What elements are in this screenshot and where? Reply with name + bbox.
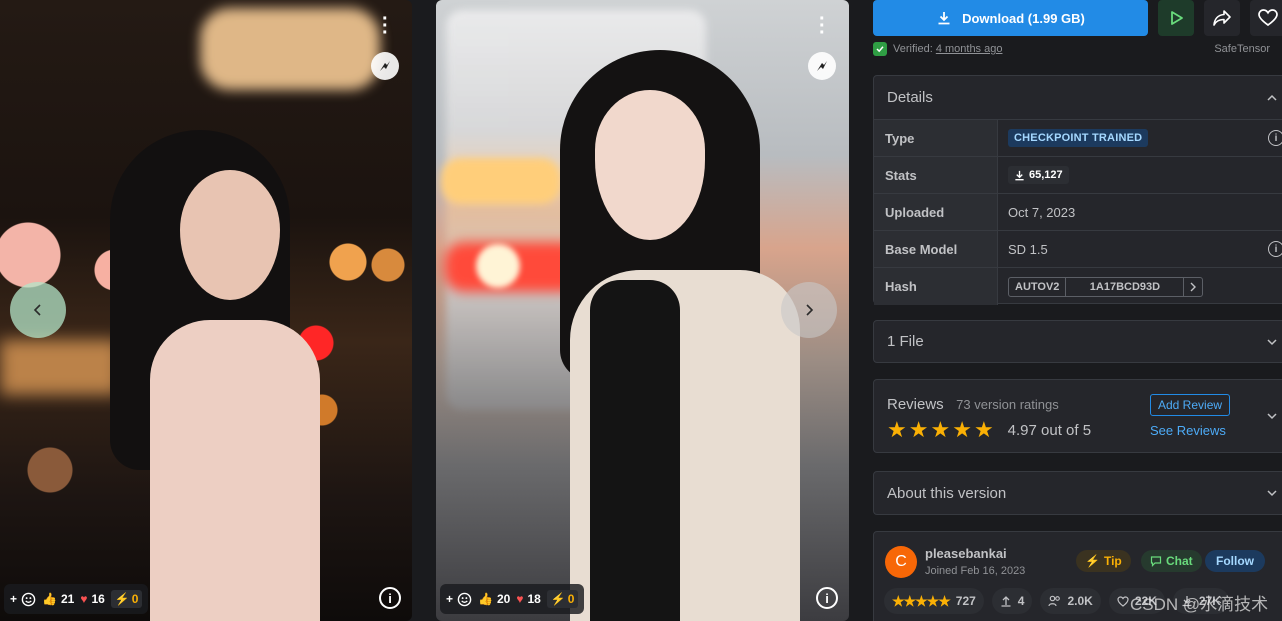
add-reaction-button[interactable]: +: [446, 592, 472, 607]
star-icon: ★: [887, 417, 907, 442]
reaction-bar: + 👍 20 ♥ 18 ⚡ 0: [440, 584, 585, 614]
action-bar: Download (1.99 GB): [873, 0, 1282, 36]
verification-status: Verified: 4 months ago SafeTensor: [873, 42, 1282, 56]
ratings-count: 73 version ratings: [956, 397, 1059, 412]
star-icon: ★: [952, 417, 972, 442]
csdn-watermark: CSDN @水滴技术: [1130, 595, 1269, 614]
chevron-up-icon: [1267, 94, 1277, 101]
more-menu-icon[interactable]: · · ·: [819, 9, 826, 43]
heart-reaction[interactable]: ♥ 16: [80, 592, 104, 606]
star-icon: ★: [973, 417, 994, 442]
play-icon: [1171, 11, 1183, 25]
favorite-button[interactable]: [1250, 0, 1282, 36]
carousel-prev-button[interactable]: [10, 282, 66, 338]
image-info-icon[interactable]: i: [379, 587, 401, 609]
heart-reaction[interactable]: ♥ 18: [516, 592, 540, 606]
detail-row-uploaded: Uploaded Oct 7, 2023: [874, 194, 1282, 231]
smiley-icon: [21, 592, 36, 606]
star-icon: ★★★★★: [892, 592, 951, 609]
download-icon: [938, 12, 950, 25]
heart-icon: ♥: [516, 592, 524, 606]
smiley-icon: [457, 592, 472, 606]
chat-bubble-icon: [1150, 556, 1162, 567]
plus-icon: +: [10, 592, 18, 606]
file-format: SafeTensor: [1214, 43, 1270, 55]
creator-name[interactable]: pleasebankai: [925, 546, 1007, 561]
files-accordion[interactable]: 1 File: [873, 320, 1282, 363]
heart-icon: [1117, 595, 1129, 607]
hash-selector[interactable]: AUTOV2 1A17BCD93D: [1008, 276, 1204, 297]
thumbs-up-icon: 👍: [478, 592, 493, 606]
download-icon: [1015, 170, 1024, 180]
lightning-icon: ⚡: [550, 592, 566, 606]
tip-button[interactable]: ⚡ Tip: [1076, 550, 1131, 572]
users-icon: [1048, 595, 1061, 607]
chevron-down-icon: [1267, 338, 1277, 345]
type-badge: CHECKPOINT TRAINED: [1008, 129, 1149, 147]
rating-score: 4.97 out of 5: [1007, 421, 1092, 439]
download-count-badge: 65,127: [1008, 166, 1069, 184]
creator-rating: ★★★★★ 727: [884, 588, 984, 614]
portrait-figure: [550, 50, 800, 621]
lightning-icon: ⚡: [114, 592, 130, 606]
detail-row-type: Type CHECKPOINT TRAINED i: [874, 120, 1282, 157]
remix-brush-icon[interactable]: [371, 52, 399, 80]
details-panel: Details Type CHECKPOINT TRAINED i Stats 6…: [873, 75, 1282, 305]
plus-icon: +: [446, 592, 454, 606]
info-icon[interactable]: i: [1268, 241, 1282, 257]
creator-uploads: 4: [991, 588, 1033, 614]
star-icon: ★: [930, 417, 951, 442]
reaction-bar: + 👍 21 ♥ 16 ⚡ 0: [4, 584, 149, 614]
avatar[interactable]: C: [885, 546, 917, 578]
see-reviews-link[interactable]: See Reviews: [1150, 423, 1226, 438]
share-icon: [1213, 10, 1231, 26]
chevron-left-icon: [33, 304, 41, 316]
about-version-accordion[interactable]: About this version: [873, 471, 1282, 515]
add-reaction-button[interactable]: +: [10, 592, 36, 607]
detail-row-stats: Stats 65,127: [874, 157, 1282, 194]
chat-button[interactable]: Chat: [1141, 550, 1202, 572]
hash-algorithm[interactable]: AUTOV2: [1009, 277, 1067, 296]
detail-row-base-model: Base Model SD 1.5 i: [874, 231, 1282, 268]
carousel-next-button[interactable]: [781, 282, 837, 338]
reviews-panel: Reviews 73 version ratings ★ ★ ★ ★ ★ 4.9…: [873, 379, 1282, 453]
chevron-right-icon: [806, 304, 814, 316]
like-reaction[interactable]: 👍 20: [478, 592, 510, 606]
chevron-down-icon[interactable]: [1266, 410, 1278, 422]
creator-followers: 2.0K: [1040, 588, 1101, 614]
like-reaction[interactable]: 👍 21: [42, 592, 74, 606]
star-rating: ★ ★ ★ ★ ★ 4.97 out of 5: [887, 417, 1092, 442]
download-button[interactable]: Download (1.99 GB): [873, 0, 1148, 36]
heart-icon: ♥: [80, 592, 88, 606]
joined-date: Joined Feb 16, 2023: [925, 565, 1026, 577]
hash-value[interactable]: 1A17BCD93D: [1066, 277, 1185, 296]
buzz-tip-badge[interactable]: ⚡ 0: [546, 590, 579, 608]
lightning-icon: ⚡: [1085, 554, 1100, 568]
buzz-tip-badge[interactable]: ⚡ 0: [110, 590, 143, 608]
add-review-button[interactable]: Add Review: [1150, 394, 1231, 416]
chevron-right-icon[interactable]: [1184, 278, 1202, 296]
upload-icon: [1001, 596, 1011, 607]
details-header[interactable]: Details: [874, 76, 1282, 120]
heart-outline-icon: [1258, 9, 1278, 27]
info-icon[interactable]: i: [1268, 130, 1282, 146]
thumbs-up-icon: 👍: [42, 592, 57, 606]
shield-check-icon: [873, 42, 887, 56]
more-menu-icon[interactable]: · · ·: [382, 9, 389, 43]
bokeh-sign: [0, 340, 120, 395]
reviews-title: Reviews: [887, 396, 944, 413]
chevron-down-icon: [1267, 490, 1277, 497]
run-button[interactable]: [1158, 0, 1194, 36]
remix-brush-icon[interactable]: [808, 52, 836, 80]
model-page: · · · + 👍 21 ♥ 16 ⚡ 0 i · · · + 👍 20 ♥ 1…: [0, 0, 1282, 621]
image-info-icon[interactable]: i: [816, 587, 838, 609]
star-icon: ★: [908, 417, 929, 442]
share-button[interactable]: [1204, 0, 1240, 36]
verified-date-link[interactable]: 4 months ago: [936, 43, 1003, 55]
detail-row-hash: Hash AUTOV2 1A17BCD93D: [874, 268, 1282, 305]
follow-button[interactable]: Follow: [1205, 550, 1265, 572]
neon-light: [200, 8, 380, 90]
portrait-figure: [110, 130, 330, 621]
